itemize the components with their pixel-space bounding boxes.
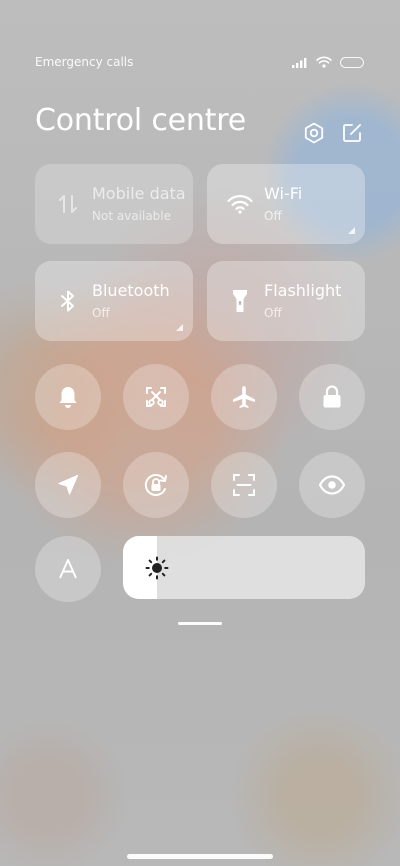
- bluetooth-icon: [55, 288, 81, 314]
- page-title: Control centre: [35, 103, 247, 138]
- screenshot-toggle[interactable]: [123, 364, 189, 430]
- flashlight-status: Off: [264, 306, 282, 320]
- flashlight-icon: [227, 288, 253, 314]
- rotation-lock-toggle[interactable]: [123, 452, 189, 518]
- status-bar: Emergency calls o: [0, 52, 400, 74]
- wifi-status: Off: [264, 209, 282, 223]
- home-indicator[interactable]: [127, 854, 273, 859]
- brightness-slider[interactable]: [123, 536, 365, 599]
- mobile-data-status: Not available: [92, 209, 172, 223]
- ringer-toggle[interactable]: [35, 364, 101, 430]
- mobile-data-label: Mobile data: [92, 184, 186, 203]
- mobile-data-icon: [55, 191, 81, 217]
- location-icon: [58, 474, 79, 495]
- eye-icon: [318, 475, 346, 495]
- scanner-toggle[interactable]: [211, 452, 277, 518]
- wifi-label: Wi-Fi: [264, 184, 303, 203]
- flashlight-tile[interactable]: Flashlight Off: [207, 261, 365, 341]
- bluetooth-status: Off: [92, 306, 110, 320]
- scan-icon: [233, 474, 255, 496]
- wifi-icon: [227, 191, 253, 217]
- wifi-tile[interactable]: Wi-Fi Off: [207, 164, 365, 244]
- bluetooth-label: Bluetooth: [92, 281, 170, 300]
- sun-icon: [145, 556, 169, 580]
- wifi-icon: [316, 56, 332, 68]
- airplane-toggle[interactable]: [211, 364, 277, 430]
- edit-icon[interactable]: [340, 121, 364, 145]
- expand-corner-icon: [176, 324, 183, 331]
- lock-screen-toggle[interactable]: [299, 364, 365, 430]
- bluetooth-tile[interactable]: Bluetooth Off: [35, 261, 193, 341]
- bell-icon: [59, 387, 77, 408]
- signal-icon: [292, 57, 307, 68]
- battery-icon: [340, 56, 364, 68]
- auto-brightness-icon: [59, 559, 77, 579]
- rotation-lock-icon: [144, 474, 167, 496]
- auto-brightness-toggle[interactable]: [35, 536, 101, 602]
- mobile-data-tile[interactable]: Mobile data Not available: [35, 164, 193, 244]
- carrier-text: Emergency calls o: [35, 55, 137, 69]
- expand-corner-icon: [348, 227, 355, 234]
- reading-mode-toggle[interactable]: [299, 452, 365, 518]
- flashlight-label: Flashlight: [264, 281, 342, 300]
- settings-icon[interactable]: [302, 121, 326, 145]
- airplane-icon: [233, 386, 255, 408]
- location-toggle[interactable]: [35, 452, 101, 518]
- status-icons: [292, 56, 364, 68]
- screenshot-icon: [146, 387, 166, 407]
- lock-icon: [323, 385, 341, 408]
- collapse-handle[interactable]: [178, 622, 222, 625]
